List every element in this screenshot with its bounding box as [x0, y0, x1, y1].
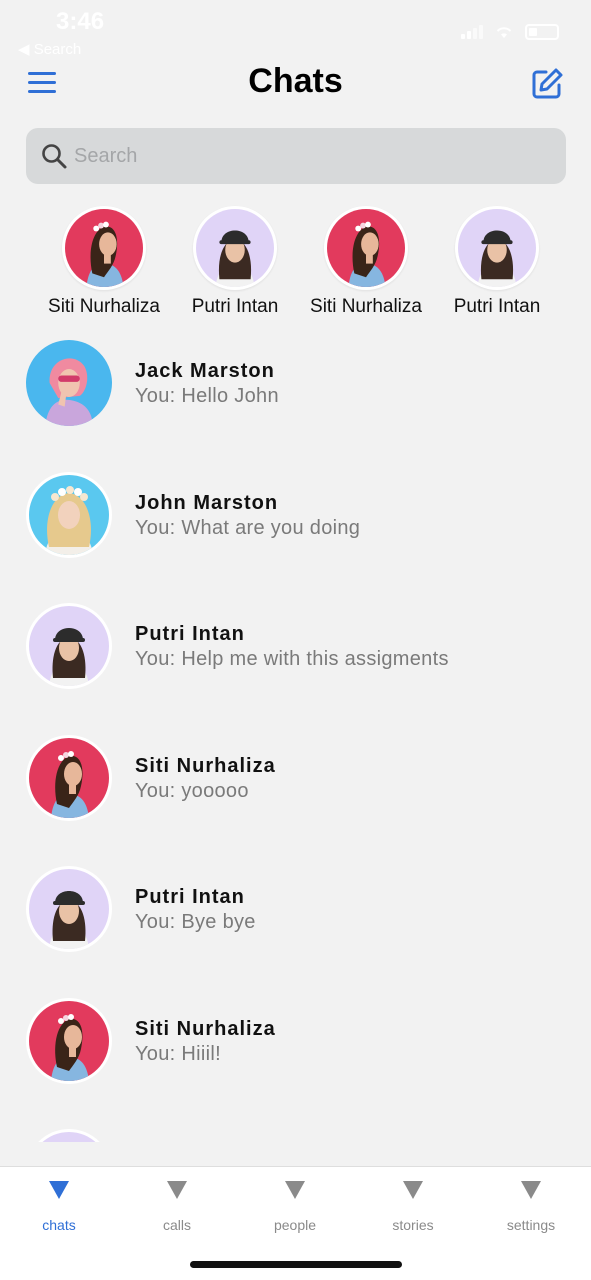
avatar — [29, 1000, 109, 1081]
story-item[interactable]: Siti Nurhaliza — [39, 206, 169, 318]
chat-row[interactable]: Siti Nurhaliza You: yooooo — [0, 733, 591, 865]
story-item[interactable]: Putri Intan — [170, 206, 300, 318]
battery-icon — [525, 24, 559, 40]
tab-calls[interactable]: calls — [118, 1181, 236, 1233]
avatar — [29, 606, 109, 686]
avatar — [327, 209, 405, 287]
chat-last-message: You: What are you doing — [135, 516, 361, 539]
tab-label: chats — [42, 1217, 76, 1233]
chat-row[interactable]: Putri Intan You: Help me with this assig… — [0, 601, 591, 733]
avatar — [65, 209, 143, 287]
status-icons — [461, 24, 559, 40]
tab-label: calls — [162, 1217, 191, 1233]
chat-row[interactable]: Siti Nurhaliza You: Hiiil! — [0, 996, 591, 1128]
avatar — [29, 1132, 109, 1142]
cellular-signal-icon — [461, 25, 483, 39]
avatar — [196, 209, 274, 287]
avatar — [29, 869, 109, 949]
tab-chats[interactable]: chats — [0, 1181, 118, 1233]
chat-row[interactable]: Putri Intan You: Bye bye — [0, 864, 591, 996]
calls-tab-icon — [167, 1181, 187, 1199]
stories-tab-icon — [403, 1181, 423, 1199]
compose-icon[interactable] — [529, 66, 565, 102]
search-bar[interactable] — [26, 128, 566, 184]
chat-name: Putri Intan — [135, 623, 245, 645]
search-input[interactable] — [72, 143, 536, 169]
tab-people[interactable]: people — [236, 1181, 354, 1233]
tab-stories[interactable]: stories — [354, 1181, 472, 1233]
chat-row[interactable] — [0, 1127, 591, 1142]
story-name: Putri Intan — [453, 296, 541, 317]
stories-row: Siti Nurhaliza Putri Intan Siti Nurhaliz… — [0, 206, 591, 326]
tab-label: people — [273, 1217, 317, 1233]
chat-last-message: You: Help me with this assigments — [135, 648, 449, 670]
avatar — [29, 474, 109, 555]
chat-name: Siti Nurhaliza — [135, 1017, 276, 1040]
search-icon — [42, 144, 67, 169]
story-item[interactable]: Putri Intan — [432, 206, 562, 318]
chat-name: Jack Marston — [135, 360, 275, 382]
avatar — [458, 209, 536, 287]
chat-last-message: You: yooooo — [135, 779, 249, 802]
chat-last-message: You: Hello John — [135, 385, 279, 407]
chat-last-message: You: Bye bye — [135, 911, 256, 933]
chat-row[interactable]: Jack Marston You: Hello John — [0, 338, 591, 470]
chat-list: Jack Marston You: Hello John John Marsto… — [0, 338, 591, 1142]
back-to-search-link[interactable]: ◀ Search — [18, 40, 81, 58]
tab-label: stories — [392, 1217, 434, 1233]
chat-name: Siti Nurhaliza — [135, 754, 276, 777]
story-name: Siti Nurhaliza — [48, 296, 160, 317]
avatar — [26, 340, 112, 426]
chat-name: John Marston — [135, 491, 279, 514]
home-indicator[interactable] — [190, 1261, 402, 1268]
avatar — [29, 737, 109, 818]
wifi-icon — [496, 27, 512, 38]
chat-last-message: You: Hiiil! — [135, 1042, 221, 1065]
page-title: Chats — [248, 62, 343, 100]
tab-settings[interactable]: settings — [472, 1181, 590, 1233]
chats-tab-icon — [49, 1181, 69, 1199]
chats-screen: 3:46 ◀ Search Chats Siti Nurhaliza — [0, 0, 591, 1280]
tab-label: settings — [506, 1217, 556, 1233]
story-name: Putri Intan — [191, 296, 279, 317]
chat-name: Putri Intan — [135, 886, 245, 908]
chat-row[interactable]: John Marston You: What are you doing — [0, 470, 591, 602]
status-time: 3:46 — [56, 8, 105, 35]
settings-tab-icon — [521, 1181, 541, 1199]
story-name: Siti Nurhaliza — [310, 296, 422, 317]
people-tab-icon — [285, 1181, 305, 1199]
story-item[interactable]: Siti Nurhaliza — [301, 206, 431, 318]
